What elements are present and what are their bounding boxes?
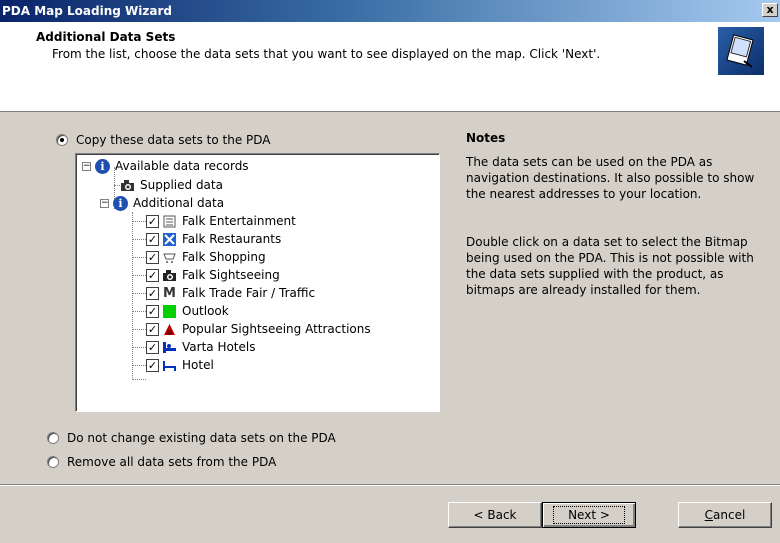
tree-additional-label: Additional data bbox=[133, 196, 225, 210]
item-label: Falk Restaurants bbox=[182, 232, 282, 246]
tree-item[interactable]: ✓ Falk Shopping bbox=[146, 248, 266, 266]
sightseeing-icon bbox=[162, 269, 177, 282]
window-title: PDA Map Loading Wizard bbox=[2, 4, 172, 18]
item-checkbox[interactable]: ✓ bbox=[146, 268, 159, 282]
item-label: Falk Sightseeing bbox=[182, 268, 280, 282]
pda-device-icon bbox=[718, 27, 764, 75]
tree-line bbox=[132, 239, 146, 240]
copy-label: Copy these data sets to the PDA bbox=[76, 133, 271, 147]
remove-option[interactable]: Remove all data sets from the PDA bbox=[47, 455, 276, 469]
remove-radio[interactable] bbox=[47, 456, 59, 468]
notes-title: Notes bbox=[466, 131, 506, 145]
tree-item[interactable]: ✓ Varta Hotels bbox=[146, 338, 255, 356]
tree-line bbox=[132, 311, 146, 312]
item-checkbox[interactable]: ✓ bbox=[146, 304, 159, 318]
dataset-tree[interactable]: − i Available data records Supplied data… bbox=[75, 153, 440, 412]
cancel-label: ancel bbox=[713, 508, 746, 522]
footer-divider bbox=[0, 485, 780, 486]
item-label: Falk Entertainment bbox=[182, 214, 296, 228]
tree-line bbox=[132, 365, 146, 366]
title-bar: PDA Map Loading Wizard x bbox=[0, 0, 780, 22]
back-button[interactable]: < Back bbox=[448, 502, 542, 528]
item-checkbox[interactable]: ✓ bbox=[146, 358, 159, 372]
next-button[interactable]: Next > bbox=[542, 502, 636, 528]
tree-item[interactable]: ✓ Falk Sightseeing bbox=[146, 266, 280, 284]
outlook-green-icon bbox=[162, 304, 177, 318]
page-subtitle: From the list, choose the data sets that… bbox=[52, 47, 601, 61]
notes-paragraph-2: Double click on a data set to select the… bbox=[466, 235, 754, 297]
collapse-icon[interactable]: − bbox=[82, 161, 91, 171]
shopping-icon bbox=[162, 251, 177, 264]
supplied-camera-icon bbox=[120, 179, 135, 192]
tree-root-label: Available data records bbox=[115, 159, 249, 173]
attractions-icon bbox=[162, 323, 177, 336]
info-icon: i bbox=[113, 195, 128, 211]
no-change-label: Do not change existing data sets on the … bbox=[67, 431, 336, 445]
info-icon: i bbox=[95, 158, 110, 174]
item-label: Falk Trade Fair / Traffic bbox=[182, 286, 316, 300]
no-change-option[interactable]: Do not change existing data sets on the … bbox=[47, 431, 336, 445]
tree-item[interactable]: ✓ M Falk Trade Fair / Traffic bbox=[146, 284, 315, 302]
tree-supplied[interactable]: Supplied data bbox=[120, 176, 223, 194]
notes-paragraph-1: The data sets can be used on the PDA as … bbox=[466, 155, 755, 201]
trade-fair-icon: M bbox=[163, 285, 176, 301]
item-checkbox[interactable]: ✓ bbox=[146, 286, 159, 300]
tree-item[interactable]: ✓ Falk Restaurants bbox=[146, 230, 281, 248]
cancel-accelerator: C bbox=[704, 508, 714, 522]
copy-radio[interactable] bbox=[56, 134, 68, 146]
tree-line bbox=[132, 293, 146, 294]
tree-line bbox=[132, 347, 146, 348]
page-title: Additional Data Sets bbox=[36, 30, 176, 44]
tree-line bbox=[132, 379, 146, 380]
tree-line bbox=[132, 275, 146, 276]
item-label: Outlook bbox=[182, 304, 229, 318]
no-change-radio[interactable] bbox=[47, 432, 59, 444]
collapse-icon[interactable]: − bbox=[100, 198, 109, 208]
remove-label: Remove all data sets from the PDA bbox=[67, 455, 277, 469]
tree-root[interactable]: − i Available data records bbox=[82, 157, 249, 175]
item-label: Falk Shopping bbox=[182, 250, 266, 264]
tree-item[interactable]: ✓ Falk Entertainment bbox=[146, 212, 296, 230]
item-checkbox[interactable]: ✓ bbox=[146, 214, 159, 228]
item-label: Popular Sightseeing Attractions bbox=[182, 322, 371, 336]
tree-line bbox=[132, 257, 146, 258]
item-checkbox[interactable]: ✓ bbox=[146, 340, 159, 354]
tree-item[interactable]: ✓ Popular Sightseeing Attractions bbox=[146, 320, 371, 338]
item-checkbox[interactable]: ✓ bbox=[146, 250, 159, 264]
tree-item[interactable]: ✓ Hotel bbox=[146, 356, 214, 374]
hotel-bed-icon bbox=[162, 359, 177, 372]
item-label: Hotel bbox=[182, 358, 214, 372]
tree-line bbox=[132, 329, 146, 330]
cancel-button[interactable]: Cancel bbox=[678, 502, 772, 528]
copy-datasets-option[interactable]: Copy these data sets to the PDA bbox=[56, 133, 271, 147]
next-button-label: Next > bbox=[553, 506, 625, 524]
entertainment-icon bbox=[162, 215, 177, 228]
close-button[interactable]: x bbox=[762, 3, 778, 17]
item-label: Varta Hotels bbox=[182, 340, 256, 354]
item-checkbox[interactable]: ✓ bbox=[146, 232, 159, 246]
tree-additional[interactable]: − i Additional data bbox=[100, 194, 224, 212]
tree-line bbox=[132, 212, 133, 378]
tree-item[interactable]: ✓ Outlook bbox=[146, 302, 229, 320]
restaurant-icon bbox=[162, 232, 177, 246]
tree-line bbox=[132, 221, 146, 222]
tree-supplied-label: Supplied data bbox=[140, 178, 223, 192]
item-checkbox[interactable]: ✓ bbox=[146, 322, 159, 336]
wizard-header: Additional Data Sets From the list, choo… bbox=[0, 22, 780, 112]
varta-hotel-icon bbox=[162, 341, 177, 354]
